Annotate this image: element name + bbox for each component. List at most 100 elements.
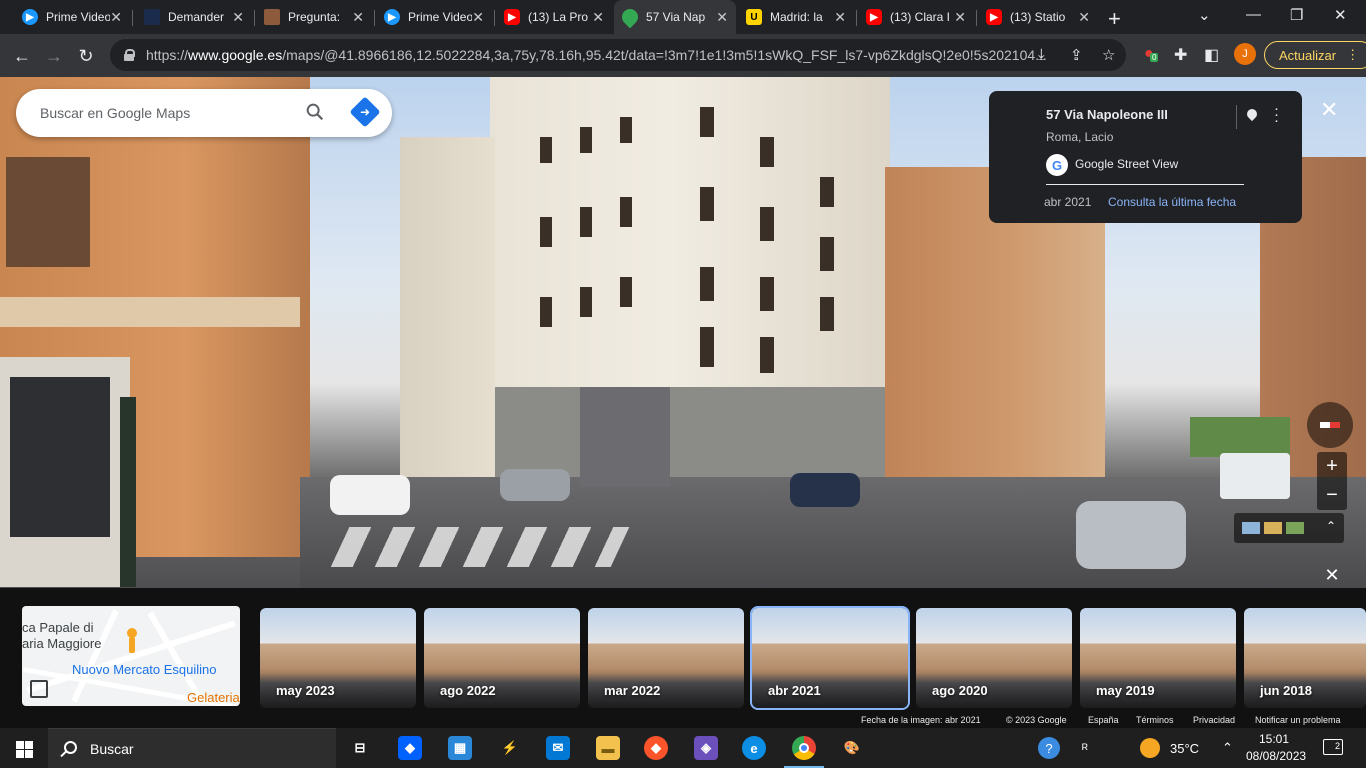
new-tab-button[interactable]: +	[1108, 6, 1121, 32]
mail-icon[interactable]: ✉	[546, 736, 570, 760]
compass-icon[interactable]	[1307, 402, 1353, 448]
info-source: Google Street View	[1075, 157, 1179, 171]
timeline-thumb-mar-2022[interactable]: mar 2022	[588, 608, 744, 708]
share-icon[interactable]: ⇪	[1070, 46, 1083, 64]
minimize-button[interactable]: —	[1246, 6, 1261, 23]
address-bar[interactable]: https://www.google.es/maps/@41.8966186,1…	[110, 39, 1126, 71]
browser-toolbar: ← → ↻ https://www.google.es/maps/@41.896…	[0, 34, 1366, 77]
file-explorer-icon[interactable]: ▬	[596, 736, 620, 760]
restore-button[interactable]: ❐	[1290, 6, 1303, 24]
search-icon[interactable]	[304, 101, 326, 123]
close-tab-icon[interactable]: ✕	[954, 9, 966, 26]
layers-toggle[interactable]: ⌃	[1234, 513, 1344, 543]
forward-button[interactable]: →	[40, 42, 68, 70]
task-view-icon[interactable]: ⊟	[348, 736, 372, 760]
zoom-controls: + −	[1317, 452, 1347, 510]
minimap[interactable]: ca Papale di aria Maggiore Nuovo Mercato…	[22, 606, 240, 706]
tab-youtube-clara[interactable]: ▶ (13) Clara I ✕	[858, 0, 974, 34]
people-icon[interactable]: ᴿ	[1082, 728, 1088, 768]
country-link[interactable]: España	[1088, 715, 1119, 725]
tab-demander[interactable]: Demander ✕	[136, 0, 252, 34]
timeline-thumb-may-2023[interactable]: may 2023	[260, 608, 416, 708]
close-tab-icon[interactable]: ✕	[716, 9, 728, 26]
info-city: Roma, Lacio	[1046, 130, 1114, 144]
close-tab-icon[interactable]: ✕	[592, 9, 604, 26]
report-problem-link[interactable]: Notificar un problema	[1255, 715, 1341, 725]
update-button[interactable]: Actualizar ⋮	[1264, 41, 1366, 69]
tab-strip: ▶ Prime Video ✕ Demander ✕ Pregunta: ✕ ▶…	[0, 0, 1366, 34]
timeline-thumb-ago-2020[interactable]: ago 2020	[916, 608, 1072, 708]
chrome-icon[interactable]	[784, 736, 824, 768]
close-tab-icon[interactable]: ✕	[110, 9, 122, 26]
chevron-up-icon[interactable]: ⌃	[1222, 728, 1233, 768]
crosswalk	[330, 527, 630, 567]
bookmark-star-icon[interactable]: ☆	[1102, 46, 1115, 64]
zoom-out-button[interactable]: −	[1317, 481, 1347, 510]
store-icon[interactable]: ▦	[448, 736, 472, 760]
close-tab-icon[interactable]: ✕	[352, 9, 364, 26]
tab-madrid[interactable]: U Madrid: la ✕	[738, 0, 854, 34]
reload-button[interactable]: ↻	[72, 42, 100, 70]
pegman-icon[interactable]	[127, 628, 137, 654]
prime-video-icon: ▶	[384, 9, 400, 25]
back-button[interactable]: ←	[8, 42, 36, 70]
layer-thumb-terrain[interactable]	[1264, 522, 1282, 534]
close-tab-icon[interactable]: ✕	[834, 9, 846, 26]
zoom-in-button[interactable]: +	[1317, 452, 1347, 481]
tab-prime-video-2[interactable]: ▶ Prime Video ✕	[376, 0, 492, 34]
notifications-icon[interactable]: 2	[1323, 739, 1343, 755]
close-tab-icon[interactable]: ✕	[1078, 9, 1090, 26]
close-timeline-button[interactable]: ✕	[1320, 565, 1344, 589]
timeline-thumb-may-2019[interactable]: may 2019	[1080, 608, 1236, 708]
tab-youtube-station[interactable]: ▶ (13) Statio ✕	[978, 0, 1098, 34]
close-tab-icon[interactable]: ✕	[472, 9, 484, 26]
timeline-thumb-ago-2022[interactable]: ago 2022	[424, 608, 580, 708]
help-icon[interactable]: ?	[1038, 728, 1060, 768]
weather-widget[interactable]: 35°C	[1140, 728, 1199, 768]
directions-icon[interactable]: ➜	[349, 96, 381, 128]
install-app-icon[interactable]: ⤓	[1038, 46, 1045, 63]
tab-prime-video-1[interactable]: ▶ Prime Video ✕	[14, 0, 130, 34]
location-pin-icon[interactable]	[1244, 106, 1260, 122]
privacy-link[interactable]: Privacidad	[1193, 715, 1235, 725]
close-tab-icon[interactable]: ✕	[232, 9, 244, 26]
tab-youtube-la-pro[interactable]: ▶ (13) La Pro ✕	[496, 0, 612, 34]
taskbar-search-box[interactable]: Buscar	[48, 728, 336, 768]
copyright-text: © 2023 Google	[1006, 715, 1067, 725]
tab-google-maps[interactable]: 57 Via Nap ✕	[614, 0, 736, 34]
expand-map-icon[interactable]	[30, 680, 48, 698]
timeline-thumb-jun-2018[interactable]: jun 2018	[1244, 608, 1366, 708]
more-menu-icon[interactable]: ⋮	[1346, 47, 1359, 63]
bolt-app-icon[interactable]: ⚡	[498, 736, 522, 760]
edge-icon[interactable]: e	[742, 736, 766, 760]
game-app-icon[interactable]: ◈	[694, 736, 718, 760]
paint-icon[interactable]: 🎨	[840, 736, 864, 760]
side-panel-icon[interactable]: ◧	[1204, 45, 1219, 65]
layer-thumb-satellite[interactable]	[1286, 522, 1304, 534]
maps-search-box[interactable]: Buscar en Google Maps ➜	[16, 89, 392, 137]
extensions-puzzle-icon[interactable]: ✚	[1174, 45, 1187, 65]
maps-footer: Fecha de la imagen: abr 2021 © 2023 Goog…	[0, 714, 1366, 728]
tab-search-chevron-icon[interactable]: ⌄	[1198, 6, 1211, 24]
windows-start-icon[interactable]	[0, 728, 48, 768]
timeline-thumb-abr-2021[interactable]: abr 2021	[750, 606, 910, 710]
clock[interactable]: 15:01 08/08/2023	[1246, 731, 1306, 765]
more-options-icon[interactable]: · · ·	[1274, 101, 1279, 128]
chevron-up-icon[interactable]: ⌃	[1326, 519, 1336, 533]
layer-thumb-sky[interactable]	[1242, 522, 1260, 534]
close-street-view-button[interactable]: ✕	[1320, 97, 1338, 123]
brave-icon[interactable]: ◆	[644, 736, 668, 760]
dropbox-icon[interactable]: ◆	[398, 736, 422, 760]
profile-avatar[interactable]: J	[1234, 43, 1256, 65]
url-text[interactable]: https://www.google.es/maps/@41.8966186,1…	[146, 47, 1046, 63]
latest-date-link[interactable]: Consulta la última fecha	[1108, 195, 1236, 209]
extension-record-icon[interactable]: ● 0	[1144, 45, 1159, 63]
street-view-panorama[interactable]: Buscar en Google Maps ➜ 57 Via Napoleone…	[0, 77, 1366, 588]
close-window-button[interactable]: ✕	[1334, 6, 1347, 24]
windows-taskbar: Buscar ⊟ ◆ ▦ ⚡ ✉ ▬ ◆ ◈ e 🎨 ? ᴿ 35°C ⌃ 15…	[0, 728, 1366, 768]
tab-pregunta[interactable]: Pregunta: ✕	[256, 0, 372, 34]
car	[790, 473, 860, 507]
car	[330, 475, 410, 515]
search-input[interactable]: Buscar en Google Maps	[40, 105, 190, 121]
terms-link[interactable]: Términos	[1136, 715, 1174, 725]
